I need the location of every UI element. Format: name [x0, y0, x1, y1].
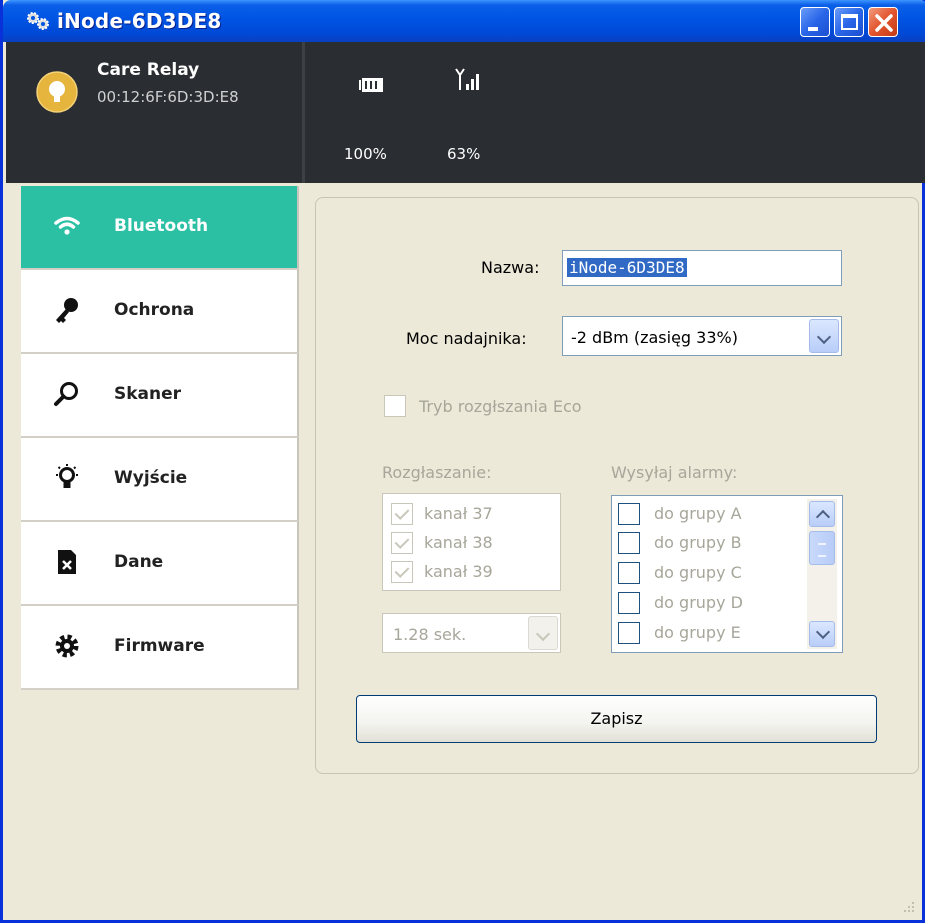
interval-select-value: 1.28 sek. [393, 625, 467, 644]
channel-38-checkbox[interactable] [391, 532, 413, 554]
interval-select[interactable]: 1.28 sek. [382, 613, 561, 653]
file-x-icon [58, 550, 76, 574]
lightbulb-icon [56, 464, 78, 488]
name-label: Nazwa: [481, 258, 540, 277]
magnifier-icon [54, 382, 78, 406]
group-a-checkbox[interactable] [618, 503, 640, 525]
signal-level: 63% [447, 145, 481, 163]
alarm-list-scrollbar[interactable] [807, 499, 837, 649]
chevron-down-icon[interactable] [528, 616, 558, 650]
sidebar-item-bluetooth[interactable]: Bluetooth [21, 186, 299, 270]
wifi-icon [54, 216, 80, 235]
battery-icon [359, 78, 383, 92]
list-item: do grupy E [654, 623, 741, 642]
minimize-button[interactable] [800, 7, 830, 37]
list-item: do grupy D [654, 593, 743, 612]
close-icon [875, 14, 893, 32]
lightbulb-badge-icon [36, 71, 78, 113]
scroll-thumb[interactable] [809, 531, 835, 565]
sidebar: Bluetooth Ochrona Skaner Wyjście Dane Fi… [21, 186, 301, 690]
power-label: Moc nadajnika: [406, 329, 527, 348]
list-item: kanał 39 [424, 562, 493, 581]
scroll-down-icon[interactable] [809, 621, 835, 647]
group-d-checkbox[interactable] [618, 592, 640, 614]
sidebar-item-label: Ochrona [114, 300, 195, 320]
list-item: do grupy B [654, 533, 742, 552]
list-item: kanał 38 [424, 533, 493, 552]
sidebar-item-label: Bluetooth [114, 216, 209, 236]
broadcast-label: Rozgłaszanie: [382, 463, 492, 482]
sidebar-item-firmware[interactable]: Firmware [21, 606, 299, 690]
list-item: kanał 37 [424, 504, 493, 523]
sidebar-item-label: Skaner [114, 384, 182, 404]
resize-grip-icon[interactable] [902, 900, 916, 914]
group-b-checkbox[interactable] [618, 532, 640, 554]
eco-label: Tryb rozgłszania Eco [419, 397, 582, 416]
title-bar[interactable]: iNode-6D3DE8 [3, 0, 925, 42]
sidebar-item-label: Firmware [114, 636, 205, 656]
save-button[interactable]: Zapisz [356, 695, 877, 743]
sidebar-item-dane[interactable]: Dane [21, 522, 299, 606]
close-button[interactable] [868, 7, 898, 37]
sidebar-item-label: Wyjście [114, 468, 188, 488]
gears-icon [27, 12, 49, 30]
gear-icon [55, 634, 79, 658]
sidebar-item-label: Dane [114, 552, 164, 572]
battery-level: 100% [344, 145, 387, 163]
chevron-down-icon[interactable] [809, 319, 839, 353]
key-icon [56, 298, 78, 323]
window-title: iNode-6D3DE8 [57, 9, 222, 33]
maximize-button[interactable] [834, 7, 864, 37]
power-select-value: -2 dBm (zasięg 33%) [571, 328, 738, 347]
sidebar-item-skaner[interactable]: Skaner [21, 354, 299, 438]
name-field-value: iNode-6D3DE8 [567, 258, 687, 277]
alarms-label: Wysyłaj alarmy: [611, 463, 738, 482]
name-field[interactable]: iNode-6D3DE8 [562, 250, 842, 286]
device-mac: 00:12:6F:6D:3D:E8 [97, 88, 239, 106]
header-divider [302, 42, 305, 183]
sidebar-item-ochrona[interactable]: Ochrona [21, 270, 299, 354]
scroll-up-icon[interactable] [809, 501, 835, 527]
list-item: do grupy A [654, 504, 742, 523]
eco-checkbox[interactable] [384, 395, 406, 417]
device-name: Care Relay [97, 60, 200, 80]
channel-39-checkbox[interactable] [391, 561, 413, 583]
group-c-checkbox[interactable] [618, 562, 640, 584]
app-window: iNode-6D3DE8 Care Relay 00:12:6F:6D:3D:E… [0, 0, 925, 923]
signal-icon [455, 68, 479, 90]
sidebar-item-wyjscie[interactable]: Wyjście [21, 438, 299, 522]
group-e-checkbox[interactable] [618, 622, 640, 644]
list-item: do grupy C [654, 563, 742, 582]
channel-37-checkbox[interactable] [391, 503, 413, 525]
power-select[interactable]: -2 dBm (zasięg 33%) [562, 316, 842, 356]
